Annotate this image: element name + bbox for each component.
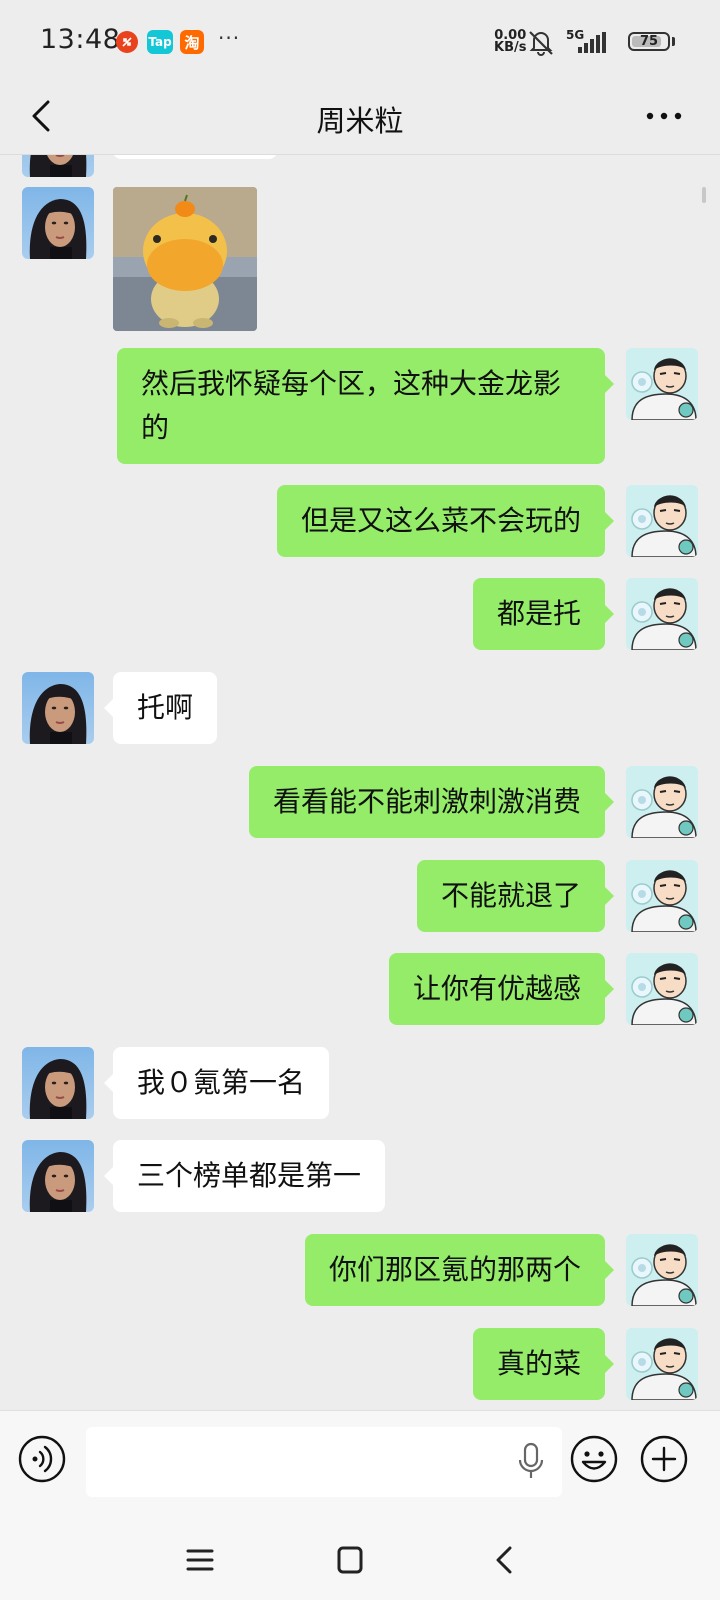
network-speed: 0.00 KB/s (494, 29, 527, 55)
back-nav-icon[interactable] (484, 1542, 524, 1578)
message-input[interactable] (86, 1427, 562, 1497)
message-bubble-incoming[interactable]: 三个榜单都是第一 (103, 1140, 386, 1212)
battery-level: 75 (639, 34, 659, 49)
message-bubble-outgoing[interactable]: 都是托 (472, 578, 615, 650)
taptap-icon: Tap (147, 30, 173, 54)
my-avatar[interactable] (626, 860, 698, 932)
mute-bell-icon (529, 31, 553, 56)
message-bubble-outgoing[interactable]: 不能就退了 (416, 860, 615, 932)
my-avatar[interactable] (626, 1328, 698, 1400)
message-bubble-outgoing[interactable]: 然后我怀疑每个区，这种大金龙影的 (117, 348, 614, 464)
notification-app-icon (116, 31, 138, 53)
contact-avatar[interactable] (22, 1140, 94, 1212)
chat-message-list[interactable]: 然后我怀疑每个区，这种大金龙影的 但是又这么菜不会玩的 都是托 托啊 看看能不能… (0, 155, 720, 1410)
home-icon[interactable] (330, 1542, 370, 1578)
message-bubble-outgoing[interactable]: 让你有优越感 (388, 953, 615, 1025)
more-notifications-icon: ··· (218, 26, 241, 50)
signal-strength-icon (578, 32, 606, 53)
system-navigation-bar (0, 1520, 720, 1600)
status-time: 13:48 (40, 24, 121, 55)
my-avatar[interactable] (626, 485, 698, 557)
message-bubble-outgoing[interactable]: 你们那区氪的那两个 (304, 1234, 615, 1306)
voice-mode-icon[interactable] (18, 1435, 66, 1483)
my-avatar[interactable] (626, 1234, 698, 1306)
message-input-bar (0, 1410, 720, 1521)
emoji-icon[interactable] (570, 1435, 618, 1483)
message-bubble-outgoing[interactable]: 但是又这么菜不会玩的 (276, 485, 615, 557)
add-attachment-icon[interactable] (640, 1435, 688, 1483)
status-bar: 13:48 Tap 淘 ··· 0.00 KB/s 5G 75 (0, 0, 720, 80)
more-options-icon[interactable] (642, 98, 686, 134)
menu-icon[interactable] (180, 1542, 220, 1578)
message-bubble-outgoing[interactable]: 看看能不能刺激刺激消费 (248, 766, 615, 838)
message-bubble-partial[interactable] (113, 155, 277, 159)
taobao-icon: 淘 (180, 30, 204, 54)
chat-header: 周米粒 (0, 80, 720, 155)
my-avatar[interactable] (626, 578, 698, 650)
battery-indicator: 75 (628, 32, 670, 51)
scrollbar-thumb[interactable] (702, 187, 706, 203)
message-bubble-outgoing[interactable]: 真的菜 (472, 1328, 615, 1400)
contact-avatar[interactable] (22, 155, 94, 177)
my-avatar[interactable] (626, 348, 698, 420)
message-bubble-incoming[interactable]: 托啊 (103, 672, 218, 744)
network-speed-unit: KB/s (494, 40, 527, 55)
contact-avatar[interactable] (22, 672, 94, 744)
contact-avatar[interactable] (22, 1047, 94, 1119)
contact-avatar[interactable] (22, 187, 94, 259)
chat-title: 周米粒 (316, 104, 404, 138)
my-avatar[interactable] (626, 766, 698, 838)
message-bubble-incoming[interactable]: 我０氪第一名 (103, 1047, 330, 1119)
microphone-icon[interactable] (516, 1441, 546, 1481)
hippo-sticker-image[interactable] (113, 187, 257, 331)
my-avatar[interactable] (626, 953, 698, 1025)
